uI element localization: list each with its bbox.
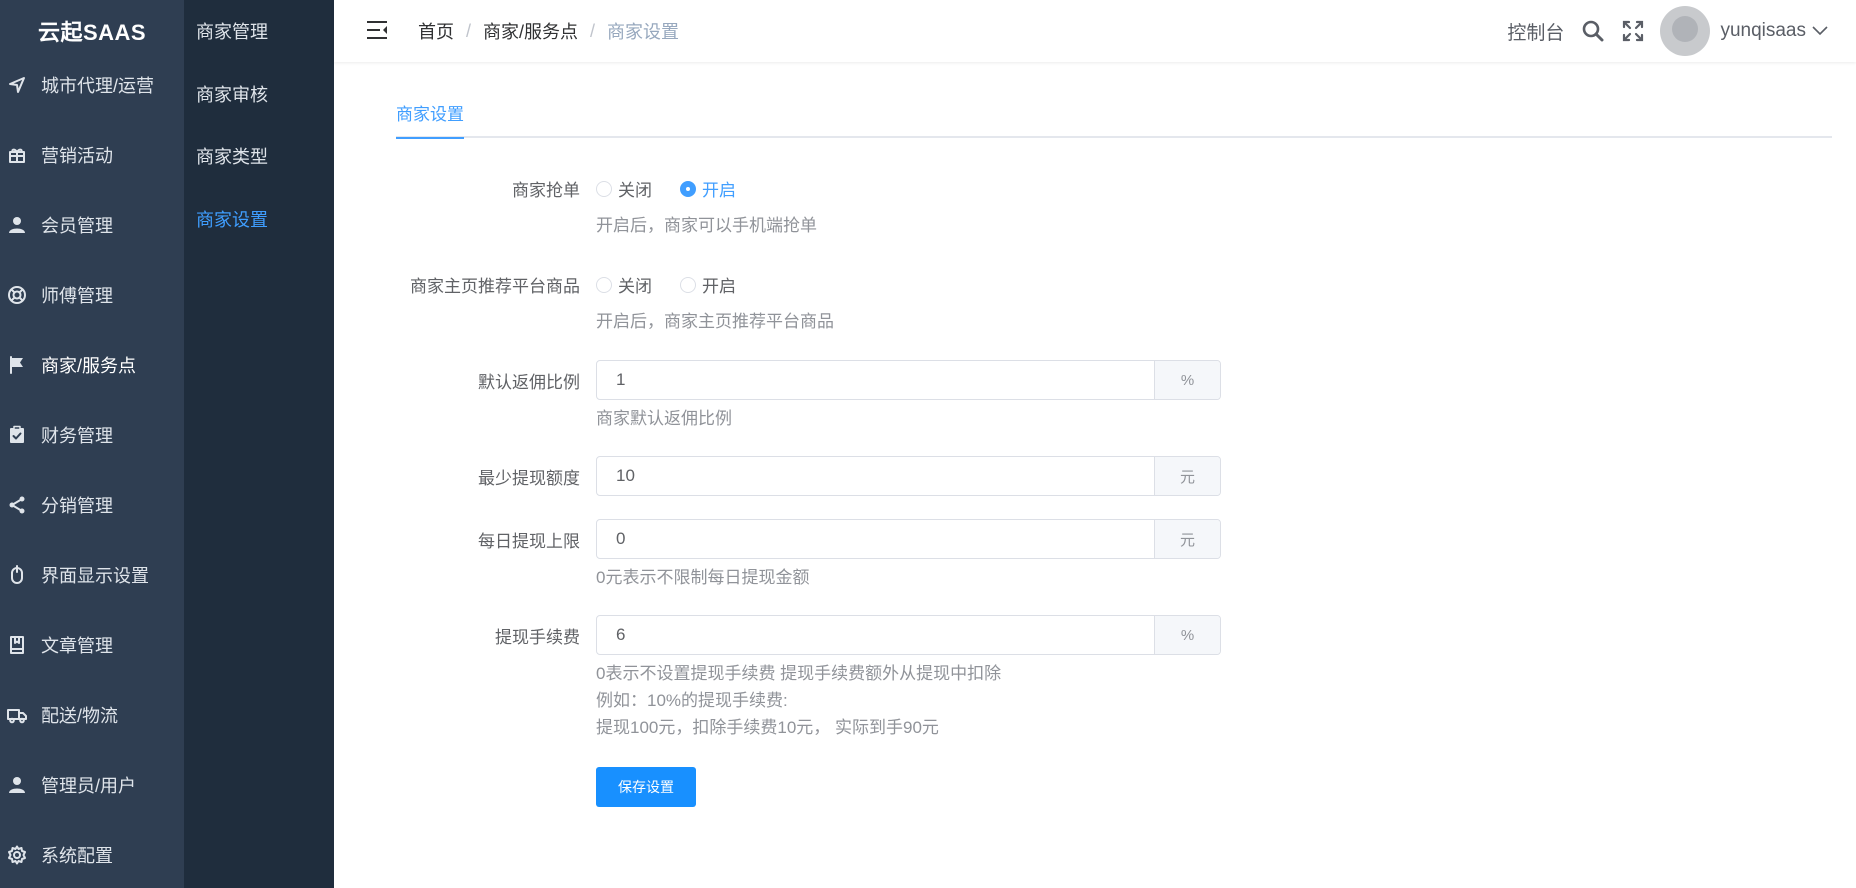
- grab-order-radio-on[interactable]: 开启: [680, 176, 736, 201]
- mouse-icon: [7, 565, 27, 585]
- book-icon: [7, 635, 27, 655]
- sidebar-item-distribution[interactable]: 分销管理: [0, 479, 184, 531]
- truck-icon: [7, 705, 27, 725]
- sidebar-item-label: 城市代理/运营: [41, 76, 155, 96]
- secondary-sidebar: 商家管理 商家审核 商家类型 商家设置: [184, 0, 334, 888]
- recommend-radio-off[interactable]: 关闭: [596, 272, 652, 297]
- lifebuoy-icon: [7, 285, 27, 305]
- radio-label: 关闭: [618, 277, 652, 296]
- sidebar-item-display-settings[interactable]: 界面显示设置: [0, 549, 184, 601]
- chevron-down-icon[interactable]: [1812, 23, 1828, 39]
- fee-label: 提现手续费: [495, 628, 580, 647]
- header-actions: 控制台 yunqisaas: [1507, 0, 1856, 62]
- fee-hint-line-2: 例如：10%的提现手续费:: [596, 691, 788, 710]
- recommend-hint: 开启后，商家主页推荐平台商品: [596, 312, 834, 331]
- min-withdraw-suffix: 元: [1154, 457, 1220, 495]
- breadcrumb-home[interactable]: 首页: [418, 18, 454, 44]
- subnav-item-merchant-management[interactable]: 商家管理: [196, 11, 268, 51]
- tab-merchant-settings[interactable]: 商家设置: [396, 100, 464, 139]
- sidebar-item-merchants[interactable]: 商家/服务点: [0, 339, 184, 391]
- daily-limit-suffix: 元: [1154, 520, 1220, 558]
- fee-input-group: %: [596, 615, 1221, 655]
- sidebar-item-label: 界面显示设置: [41, 566, 149, 586]
- sidebar-item-system-config[interactable]: 系统配置: [0, 829, 184, 881]
- commission-hint: 商家默认返佣比例: [596, 409, 732, 428]
- sidebar-item-marketing[interactable]: 营销活动: [0, 129, 184, 181]
- commission-label: 默认返佣比例: [478, 373, 580, 392]
- gear-icon: [7, 845, 27, 865]
- primary-sidebar: 云起SAAS 城市代理/运营 营销活动 会员管理 师傅管理 商家/服务点 财务管…: [0, 0, 184, 888]
- grab-order-label: 商家抢单: [512, 181, 580, 200]
- fullscreen-icon[interactable]: [1620, 18, 1646, 44]
- radio-checked-icon: [680, 180, 696, 197]
- sidebar-item-label: 财务管理: [41, 426, 113, 446]
- radio-circle-icon: [596, 180, 612, 197]
- sidebar-item-label: 分销管理: [41, 496, 113, 516]
- subnav-item-merchant-type[interactable]: 商家类型: [196, 136, 268, 176]
- top-header: 首页 / 商家/服务点 / 商家设置 控制台 yunqisaas: [334, 0, 1856, 62]
- breadcrumb-merchants[interactable]: 商家/服务点: [483, 18, 578, 44]
- radio-label: 开启: [702, 181, 736, 200]
- fee-input[interactable]: [597, 616, 1154, 654]
- sidebar-item-label: 管理员/用户: [41, 776, 137, 796]
- sidebar-item-label: 配送/物流: [41, 706, 119, 726]
- user-icon: [7, 215, 27, 235]
- commission-input[interactable]: [597, 361, 1154, 399]
- commission-suffix: %: [1154, 361, 1220, 399]
- sidebar-item-label: 文章管理: [41, 636, 113, 656]
- sidebar-item-delivery[interactable]: 配送/物流: [0, 689, 184, 741]
- breadcrumb-separator: /: [590, 20, 596, 41]
- menu-toggle-icon[interactable]: [366, 20, 388, 40]
- sidebar-item-label: 会员管理: [41, 216, 113, 236]
- daily-limit-label: 每日提现上限: [478, 532, 580, 551]
- min-withdraw-input-group: 元: [596, 456, 1221, 496]
- navigation-arrow-icon: [7, 75, 27, 95]
- grab-order-radio-off[interactable]: 关闭: [596, 176, 652, 201]
- sidebar-item-label: 师傅管理: [41, 286, 113, 306]
- radio-circle-icon: [596, 276, 612, 293]
- recommend-label: 商家主页推荐平台商品: [410, 277, 580, 296]
- breadcrumb-separator: /: [466, 20, 472, 41]
- radio-label: 开启: [702, 277, 736, 296]
- fee-hint-line-3: 提现100元，扣除手续费10元， 实际到手90元: [596, 718, 939, 737]
- sidebar-item-articles[interactable]: 文章管理: [0, 619, 184, 671]
- app-logo[interactable]: 云起SAAS: [0, 0, 184, 62]
- commission-input-group: %: [596, 360, 1221, 400]
- subnav-item-merchant-settings[interactable]: 商家设置: [196, 199, 268, 239]
- save-settings-button[interactable]: 保存设置: [596, 767, 696, 807]
- grab-order-hint: 开启后，商家可以手机端抢单: [596, 216, 817, 235]
- fee-suffix: %: [1154, 616, 1220, 654]
- min-withdraw-label: 最少提现额度: [478, 469, 580, 488]
- breadcrumb-current: 商家设置: [607, 22, 680, 42]
- breadcrumb: 首页 / 商家/服务点 / 商家设置: [418, 0, 679, 62]
- avatar[interactable]: [1660, 6, 1711, 56]
- user-icon: [7, 775, 27, 795]
- flag-icon: [7, 355, 27, 375]
- gift-icon: [7, 145, 27, 165]
- sidebar-item-masters[interactable]: 师傅管理: [0, 269, 184, 321]
- daily-limit-hint: 0元表示不限制每日提现金额: [596, 568, 810, 587]
- sidebar-item-city-agent[interactable]: 城市代理/运营: [0, 59, 184, 111]
- min-withdraw-input[interactable]: [597, 457, 1154, 495]
- share-icon: [7, 495, 27, 515]
- sidebar-item-label: 营销活动: [41, 146, 113, 166]
- radio-circle-icon: [680, 276, 696, 293]
- tab-bar: 商家设置: [396, 88, 1832, 139]
- sidebar-item-admins[interactable]: 管理员/用户: [0, 759, 184, 811]
- fee-hint-line-1: 0表示不设置提现手续费 提现手续费额外从提现中扣除: [596, 664, 1002, 683]
- subnav-item-merchant-review[interactable]: 商家审核: [196, 74, 268, 114]
- radio-label: 关闭: [618, 181, 652, 200]
- search-icon[interactable]: [1580, 18, 1606, 44]
- recommend-radio-on[interactable]: 开启: [680, 272, 736, 297]
- sidebar-item-label: 商家/服务点: [41, 356, 137, 376]
- daily-limit-input[interactable]: [597, 520, 1154, 558]
- console-link[interactable]: 控制台: [1507, 18, 1564, 45]
- sidebar-item-finance[interactable]: 财务管理: [0, 409, 184, 461]
- clipboard-check-icon: [7, 425, 27, 445]
- sidebar-item-members[interactable]: 会员管理: [0, 199, 184, 251]
- sidebar-item-label: 系统配置: [41, 846, 113, 866]
- daily-limit-input-group: 元: [596, 519, 1221, 559]
- username[interactable]: yunqisaas: [1720, 20, 1806, 42]
